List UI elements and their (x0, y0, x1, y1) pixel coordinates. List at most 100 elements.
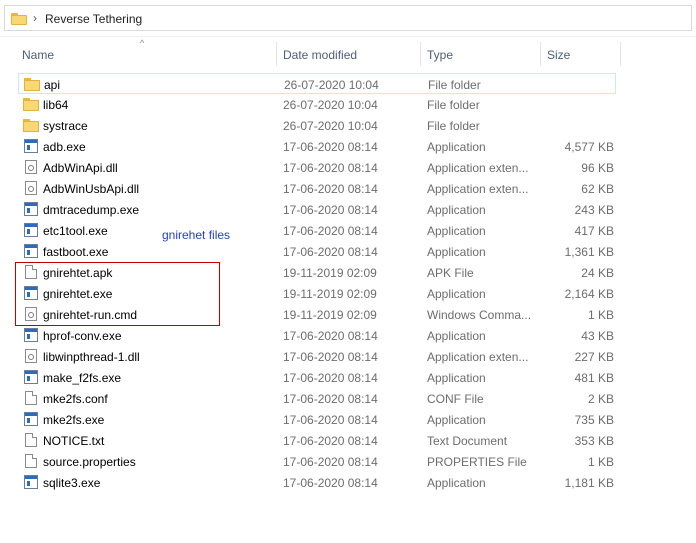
file-row[interactable]: lib64 26-07-2020 10:04 File folder (18, 94, 616, 115)
file-name: sqlite3.exe (43, 476, 101, 490)
file-row[interactable]: api 26-07-2020 10:04 File folder (18, 73, 616, 94)
file-date: 17-06-2020 08:14 (283, 140, 378, 154)
file-type: File folder (428, 78, 481, 92)
file-name: hprof-conv.exe (43, 329, 122, 343)
file-row[interactable]: etc1tool.exe 17-06-2020 08:14 Application 4… (18, 220, 616, 241)
file-row[interactable]: adb.exe 17-06-2020 08:14 Application 4,577 … (18, 136, 616, 157)
file-type: Application (427, 245, 486, 259)
file-name: source.properties (43, 455, 136, 469)
dll-file-icon (25, 160, 37, 174)
file-type: Application exten... (427, 182, 529, 196)
file-name: NOTICE.txt (43, 434, 105, 448)
file-type: Application (427, 224, 486, 238)
application-icon (24, 244, 38, 258)
file-type: File folder (427, 98, 480, 112)
file-type: Application (427, 413, 486, 427)
file-type: Application (427, 287, 486, 301)
folder-icon (23, 98, 39, 111)
file-type: CONF File (427, 392, 484, 406)
folder-icon (11, 13, 27, 25)
file-date: 17-06-2020 08:14 (283, 434, 378, 448)
file-name: AdbWinApi.dll (43, 161, 118, 175)
file-name: dmtracedump.exe (43, 203, 140, 217)
file-name: systrace (43, 119, 88, 133)
file-date: 17-06-2020 08:14 (283, 371, 378, 385)
file-name: libwinpthread-1.dll (43, 350, 140, 364)
column-divider[interactable] (276, 42, 277, 66)
file-row[interactable]: systrace 26-07-2020 10:04 File folder (18, 115, 616, 136)
file-date: 17-06-2020 08:14 (283, 392, 378, 406)
file-row[interactable]: hprof-conv.exe 17-06-2020 08:14 Applicatio… (18, 325, 616, 346)
file-name: api (44, 78, 61, 92)
file-type: Application (427, 476, 486, 490)
dll-file-icon (25, 349, 37, 363)
column-header-bar: ^ Name Date modified Type Size (0, 36, 696, 72)
file-size: 4,577 KB (564, 140, 614, 154)
file-date: 17-06-2020 08:14 (283, 329, 378, 343)
file-size: 417 KB (574, 224, 614, 238)
file-date: 17-06-2020 08:14 (283, 161, 378, 175)
file-size: 735 KB (574, 413, 614, 427)
application-icon (24, 328, 38, 342)
file-date: 17-06-2020 08:14 (283, 224, 378, 238)
file-row[interactable]: make_f2fs.exe 17-06-2020 08:14 Application… (18, 367, 616, 388)
file-size: 1 KB (587, 308, 614, 322)
application-icon (24, 412, 38, 426)
file-type: PROPERTIES File (427, 455, 527, 469)
column-header-date[interactable]: Date modified (283, 48, 357, 62)
file-date: 17-06-2020 08:14 (283, 182, 378, 196)
column-header-size[interactable]: Size (547, 48, 570, 62)
file-date: 19-11-2019 02:09 (283, 287, 377, 301)
file-type: Application exten... (427, 161, 529, 175)
file-name: etc1tool.exe (43, 224, 108, 238)
file-row[interactable]: mke2fs.conf 17-06-2020 08:14 CONF File 2 KB (18, 388, 616, 409)
application-icon (24, 139, 38, 153)
file-row[interactable]: libwinpthread-1.dll 17-06-2020 08:14 Appli… (18, 346, 616, 367)
application-icon (24, 370, 38, 384)
file-name: adb.exe (43, 140, 86, 154)
file-row[interactable]: fastboot.exe 17-06-2020 08:14 Application 1… (18, 241, 616, 262)
breadcrumb-reverse-tethering[interactable]: Reverse Tethering (45, 12, 142, 26)
file-date: 26-07-2020 10:04 (283, 98, 378, 112)
file-type: Application exten... (427, 350, 529, 364)
file-row[interactable]: NOTICE.txt 17-06-2020 08:14 Text Document 3… (18, 430, 616, 451)
application-icon (24, 475, 38, 489)
file-row[interactable]: AdbWinApi.dll 17-06-2020 08:14 Application… (18, 157, 616, 178)
file-size: 62 KB (581, 182, 614, 196)
file-row[interactable]: sqlite3.exe 17-06-2020 08:14 Application 1,… (18, 472, 616, 493)
file-name: make_f2fs.exe (43, 371, 122, 385)
file-row[interactable]: dmtracedump.exe 17-06-2020 08:14 Applicati… (18, 199, 616, 220)
file-name: mke2fs.exe (43, 413, 105, 427)
file-row[interactable]: AdbWinUsbApi.dll 17-06-2020 08:14 Applicat… (18, 178, 616, 199)
file-size: 227 KB (574, 350, 614, 364)
column-divider[interactable] (420, 42, 421, 66)
annotation-label: gnirehet files (162, 228, 231, 242)
file-row[interactable]: source.properties 17-06-2020 08:14 PROPERT… (18, 451, 616, 472)
sort-ascending-icon: ^ (140, 38, 145, 48)
column-divider[interactable] (620, 42, 621, 66)
file-type: Windows Comma... (427, 308, 532, 322)
column-divider[interactable] (540, 42, 541, 66)
address-field[interactable]: › Reverse Tethering (4, 5, 692, 31)
file-size: 353 KB (574, 434, 614, 448)
file-size: 1,181 KB (564, 476, 614, 490)
document-icon (25, 454, 37, 468)
file-row[interactable]: mke2fs.exe 17-06-2020 08:14 Application 735… (18, 409, 616, 430)
file-type: Application (427, 371, 486, 385)
folder-icon (24, 78, 40, 91)
chevron-right-icon[interactable]: › (33, 11, 37, 25)
file-type: APK File (427, 266, 474, 280)
column-header-name[interactable]: Name (22, 48, 54, 62)
file-type: Application (427, 140, 486, 154)
file-name: fastboot.exe (43, 245, 109, 259)
column-header-type[interactable]: Type (427, 48, 453, 62)
document-icon (25, 433, 37, 447)
file-size: 2 KB (587, 392, 614, 406)
file-size: 24 KB (581, 266, 614, 280)
file-size: 96 KB (581, 161, 614, 175)
file-date: 17-06-2020 08:14 (283, 455, 378, 469)
file-date: 19-11-2019 02:09 (283, 308, 377, 322)
dll-file-icon (25, 181, 37, 195)
file-size: 43 KB (581, 329, 614, 343)
file-date: 19-11-2019 02:09 (283, 266, 377, 280)
